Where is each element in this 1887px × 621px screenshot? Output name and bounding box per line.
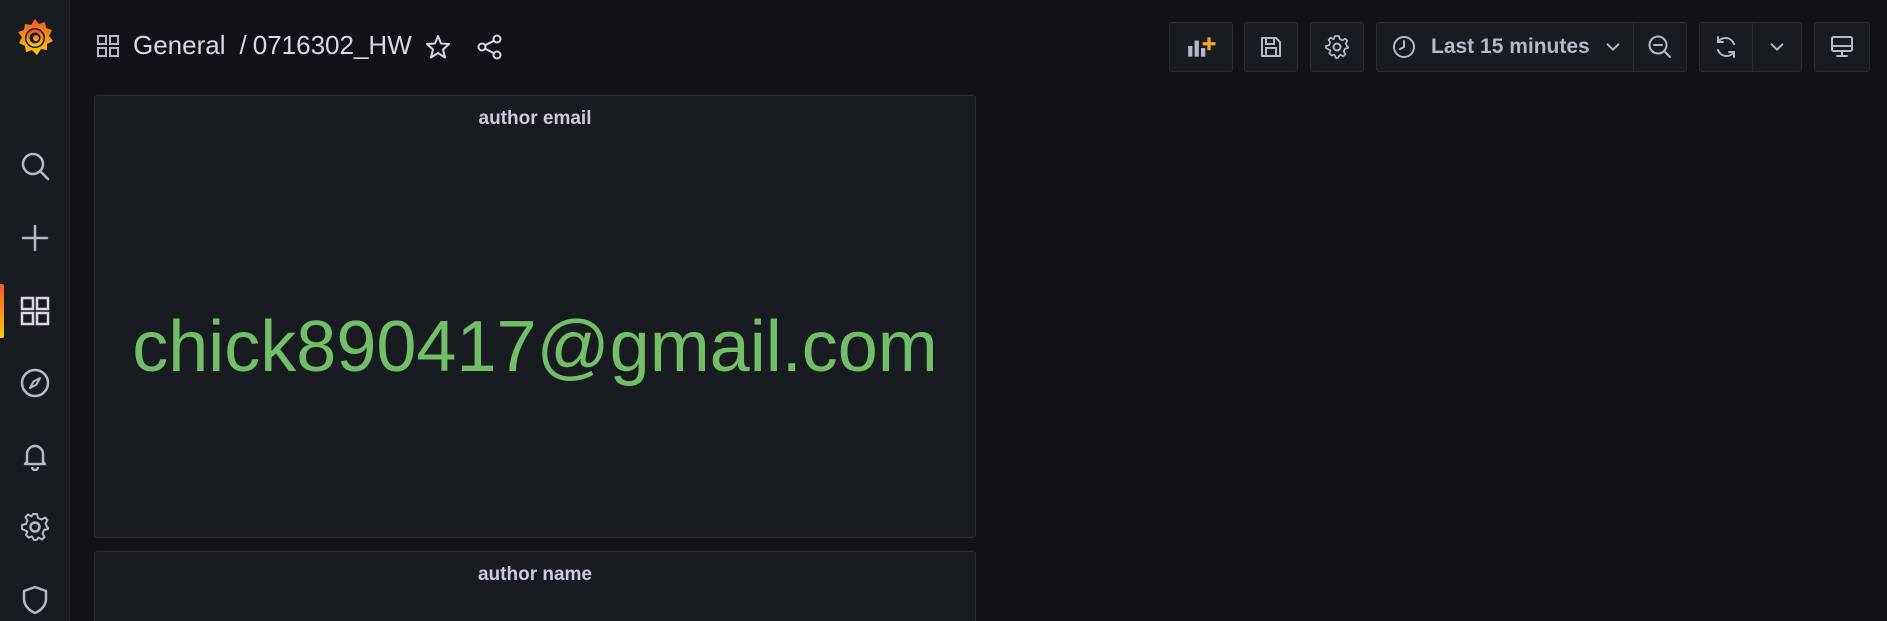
nav-explore[interactable] <box>0 350 70 416</box>
share-icon[interactable] <box>477 34 503 60</box>
add-panel-icon <box>1188 37 1216 57</box>
breadcrumb: General / 0716302_HW <box>133 30 412 61</box>
gear-icon <box>21 513 49 541</box>
dashboard-header: General / 0716302_HW Last 15 minutes <box>70 0 1887 94</box>
dashboard-title[interactable]: 0716302_HW <box>253 30 412 61</box>
cycle-view-mode-button[interactable] <box>1814 22 1870 72</box>
stat-panel-author-name[interactable]: author name <box>94 551 976 621</box>
refresh-button[interactable] <box>1699 22 1753 72</box>
gear-icon <box>1325 35 1349 59</box>
zoom-out-icon <box>1648 35 1671 58</box>
shield-icon <box>22 585 48 615</box>
nav-search[interactable] <box>0 133 70 199</box>
breadcrumb-separator: / <box>239 30 247 60</box>
add-panel-button[interactable] <box>1169 22 1233 72</box>
breadcrumb-folder[interactable]: General <box>133 30 226 61</box>
bell-icon <box>23 444 47 471</box>
save-dashboard-button[interactable] <box>1244 22 1298 72</box>
nav-server-admin[interactable] <box>0 567 70 621</box>
dashboards-icon <box>20 296 50 326</box>
time-picker-button[interactable]: Last 15 minutes <box>1376 22 1634 72</box>
time-range-label: Last 15 minutes <box>1431 35 1590 58</box>
chevron-down-icon <box>1606 43 1620 51</box>
zoom-out-button[interactable] <box>1633 22 1687 72</box>
refresh-interval-dropdown[interactable] <box>1752 22 1802 72</box>
sidebar <box>0 0 70 621</box>
clock-icon <box>1393 36 1415 58</box>
star-icon[interactable] <box>425 34 451 60</box>
dashboard-grid-icon <box>96 34 120 58</box>
chevron-down-icon <box>1770 43 1784 51</box>
nav-configuration[interactable] <box>0 494 70 560</box>
save-icon <box>1261 37 1281 57</box>
nav-create[interactable] <box>0 205 70 271</box>
dashboard-settings-button[interactable] <box>1310 22 1364 72</box>
search-icon <box>21 152 50 181</box>
panel-title[interactable]: author name <box>95 564 975 586</box>
stat-value: chick890417@gmail.com <box>132 307 938 387</box>
grafana-logo-icon[interactable] <box>13 16 57 60</box>
stat-panel-author-email[interactable]: author email chick890417@gmail.com <box>94 95 976 538</box>
monitor-icon <box>1831 36 1853 57</box>
compass-icon <box>20 368 50 398</box>
panel-title[interactable]: author email <box>95 108 975 130</box>
nav-alerting[interactable] <box>0 422 70 488</box>
nav-dashboards[interactable] <box>0 278 70 344</box>
plus-icon <box>21 224 49 252</box>
refresh-icon <box>1717 36 1735 58</box>
